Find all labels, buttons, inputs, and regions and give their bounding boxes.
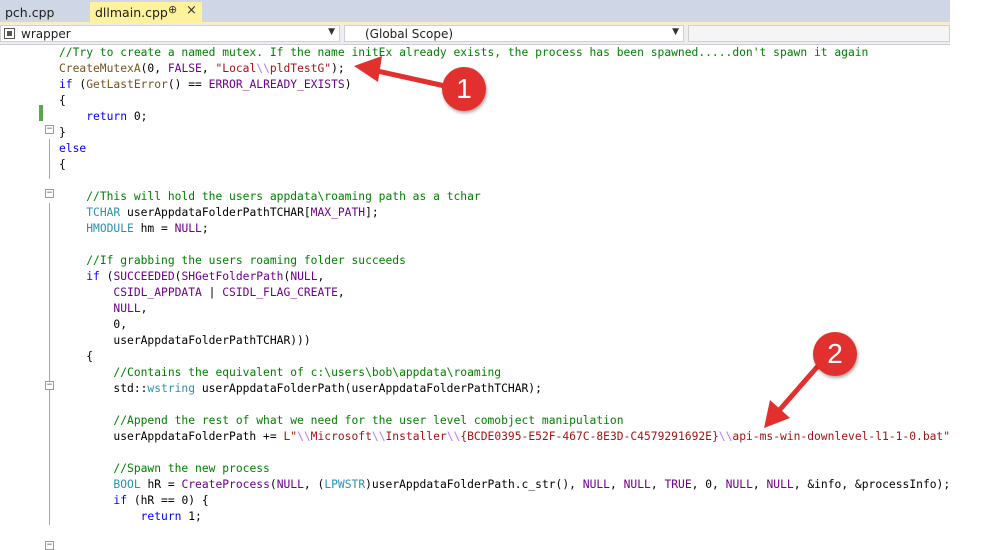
- arrow-2: [773, 363, 821, 417]
- collapse-icon[interactable]: −: [45, 541, 54, 550]
- arrow-1-head: [354, 56, 382, 82]
- callout-2: 2: [813, 332, 857, 376]
- annotation-arrows: [354, 56, 821, 428]
- callout-1: 1: [442, 67, 486, 111]
